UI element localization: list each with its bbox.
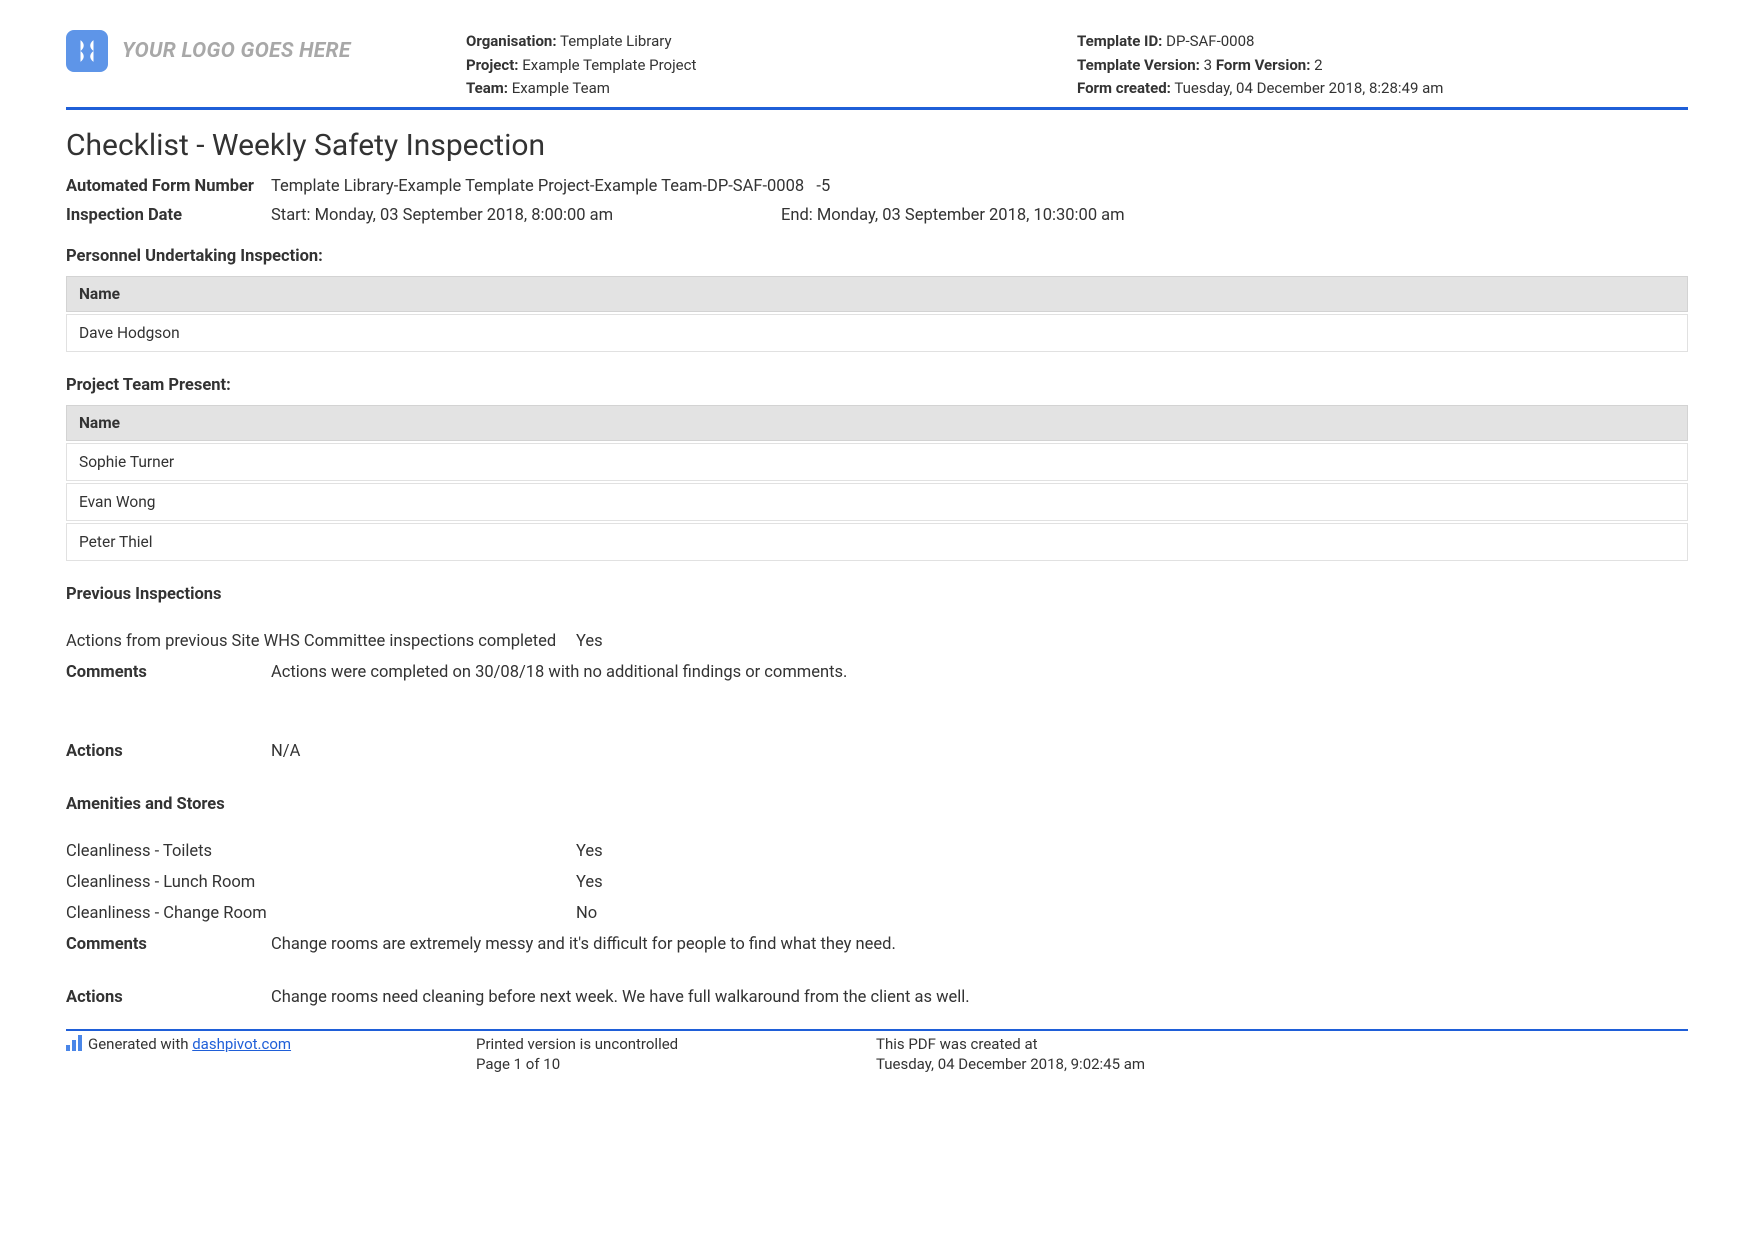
dashpivot-icon [66,1035,82,1051]
previous-question: Actions from previous Site WHS Committee… [66,632,576,651]
form-version-value: 2 [1314,56,1322,74]
template-id-label: Template ID: [1077,32,1162,50]
previous-answer: Yes [576,632,1688,651]
amenity-value: Yes [576,873,1688,892]
amenity-value: Yes [576,842,1688,861]
logo-icon [66,30,108,72]
team-section-label: Project Team Present: [66,376,1688,395]
team-value: Example Team [512,79,610,97]
previous-qa-row: Actions from previous Site WHS Committee… [66,632,1688,651]
team-name: Evan Wong [66,483,1688,521]
personnel-header: Name [66,276,1688,312]
comments-label: Comments [66,935,271,954]
footer-created-value: Tuesday, 04 December 2018, 9:02:45 am [876,1055,1688,1073]
organisation-value: Template Library [560,32,672,50]
inspection-date-label: Inspection Date [66,206,271,225]
project-label: Project: [466,56,519,74]
footer-page: Page 1 of 10 [476,1055,876,1073]
inspection-date-row: Inspection Date Start: Monday, 03 Septem… [66,206,1688,225]
footer-created-label: This PDF was created at [876,1035,1688,1053]
team-name: Peter Thiel [66,523,1688,561]
footer-generated: Generated with [88,1035,192,1053]
form-number-label: Automated Form Number [66,177,271,196]
amenity-row: Cleanliness - ToiletsYes [66,842,1688,861]
form-number-value: Template Library-Example Template Projec… [271,177,1688,196]
amenity-label: Cleanliness - Change Room [66,904,576,923]
header-meta-right: Template ID: DP-SAF-0008 Template Versio… [1077,30,1688,101]
comments-label: Comments [66,663,271,682]
personnel-table: Name Dave Hodgson [66,274,1688,354]
table-row: Evan Wong [66,483,1688,521]
inspection-date-end: End: Monday, 03 September 2018, 10:30:00… [781,206,1688,225]
footer-link[interactable]: dashpivot.com [192,1035,291,1053]
actions-label: Actions [66,742,271,761]
amenity-value: No [576,904,1688,923]
previous-section-label: Previous Inspections [66,585,1688,604]
footer-printed: Printed version is uncontrolled [476,1035,876,1053]
template-version-label: Template Version: [1077,56,1200,74]
personnel-section-label: Personnel Undertaking Inspection: [66,247,1688,266]
previous-actions-value: N/A [271,742,1688,761]
template-version-value: 3 [1204,56,1212,74]
previous-comments-row: Comments Actions were completed on 30/08… [66,663,1688,682]
header-meta-left: Organisation: Template Library Project: … [466,30,1077,101]
amenities-section-label: Amenities and Stores [66,795,1688,814]
team-name: Sophie Turner [66,443,1688,481]
form-version-label: Form Version: [1216,56,1311,74]
table-row: Peter Thiel [66,523,1688,561]
document-footer: Generated with dashpivot.com Printed ver… [66,1029,1688,1075]
inspection-date-start: Start: Monday, 03 September 2018, 8:00:0… [271,206,781,225]
logo-text: YOUR LOGO GOES HERE [122,39,351,63]
project-value: Example Template Project [522,56,696,74]
footer-right: This PDF was created at Tuesday, 04 Dece… [876,1035,1688,1075]
amenity-row: Cleanliness - Lunch RoomYes [66,873,1688,892]
logo-area: YOUR LOGO GOES HERE [66,30,466,72]
document-header: YOUR LOGO GOES HERE Organisation: Templa… [66,30,1688,110]
previous-comments-value: Actions were completed on 30/08/18 with … [271,663,1688,682]
amenity-label: Cleanliness - Lunch Room [66,873,576,892]
actions-label: Actions [66,988,271,1007]
personnel-name: Dave Hodgson [66,314,1688,352]
team-label: Team: [466,79,508,97]
team-header: Name [66,405,1688,441]
form-created-value: Tuesday, 04 December 2018, 8:28:49 am [1174,79,1443,97]
team-table: Name Sophie TurnerEvan WongPeter Thiel [66,403,1688,563]
template-id-value: DP-SAF-0008 [1166,32,1254,50]
form-number-row: Automated Form Number Template Library-E… [66,177,1688,196]
amenities-comments-row: Comments Change rooms are extremely mess… [66,935,1688,954]
previous-actions-row: Actions N/A [66,742,1688,761]
table-row: Sophie Turner [66,443,1688,481]
form-created-label: Form created: [1077,79,1171,97]
table-row: Dave Hodgson [66,314,1688,352]
amenity-label: Cleanliness - Toilets [66,842,576,861]
amenities-actions-value: Change rooms need cleaning before next w… [271,988,1688,1007]
footer-mid: Printed version is uncontrolled Page 1 o… [476,1035,876,1075]
amenities-actions-row: Actions Change rooms need cleaning befor… [66,988,1688,1007]
footer-left: Generated with dashpivot.com [66,1035,476,1075]
page-title: Checklist - Weekly Safety Inspection [66,128,1688,163]
amenities-comments-value: Change rooms are extremely messy and it'… [271,935,1688,954]
organisation-label: Organisation: [466,32,557,50]
amenity-row: Cleanliness - Change RoomNo [66,904,1688,923]
